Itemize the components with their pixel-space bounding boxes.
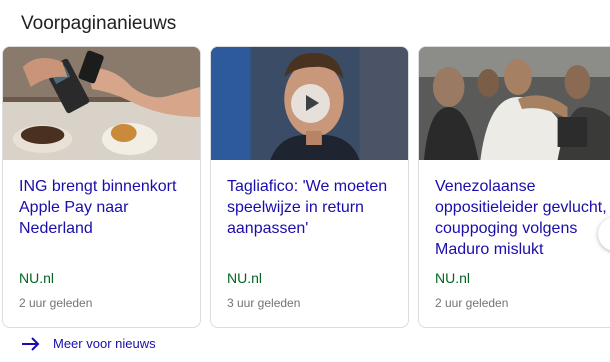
news-headline[interactable]: Venezolaanse oppositieleider gevlucht, c…	[435, 176, 610, 260]
news-time: 2 uur geleden	[19, 296, 93, 310]
news-thumbnail[interactable]	[3, 47, 200, 160]
news-thumbnail[interactable]	[211, 47, 408, 160]
news-card[interactable]: Tagliafico: 'We moeten speelwijze in ret…	[210, 46, 409, 328]
more-news-link[interactable]: Meer voor nieuws	[21, 334, 156, 354]
news-headline[interactable]: ING brengt binnenkort Apple Pay naar Ned…	[19, 176, 199, 239]
news-source: NU.nl	[435, 270, 471, 286]
news-time: 3 uur geleden	[227, 296, 301, 310]
news-source: NU.nl	[227, 270, 263, 286]
news-carousel: ING brengt binnenkort Apple Pay naar Ned…	[0, 46, 610, 328]
news-source: NU.nl	[19, 270, 55, 286]
play-icon[interactable]	[291, 84, 330, 123]
news-headline[interactable]: Tagliafico: 'We moeten speelwijze in ret…	[227, 176, 407, 239]
arrow-right-icon	[22, 337, 40, 351]
more-news-label: Meer voor nieuws	[53, 336, 156, 351]
news-card[interactable]: ING brengt binnenkort Apple Pay naar Ned…	[2, 46, 201, 328]
news-card[interactable]: Venezolaanse oppositieleider gevlucht, c…	[418, 46, 610, 328]
news-time: 2 uur geleden	[435, 296, 509, 310]
news-thumbnail[interactable]	[419, 47, 610, 160]
section-title: Voorpaginanieuws	[21, 13, 177, 34]
